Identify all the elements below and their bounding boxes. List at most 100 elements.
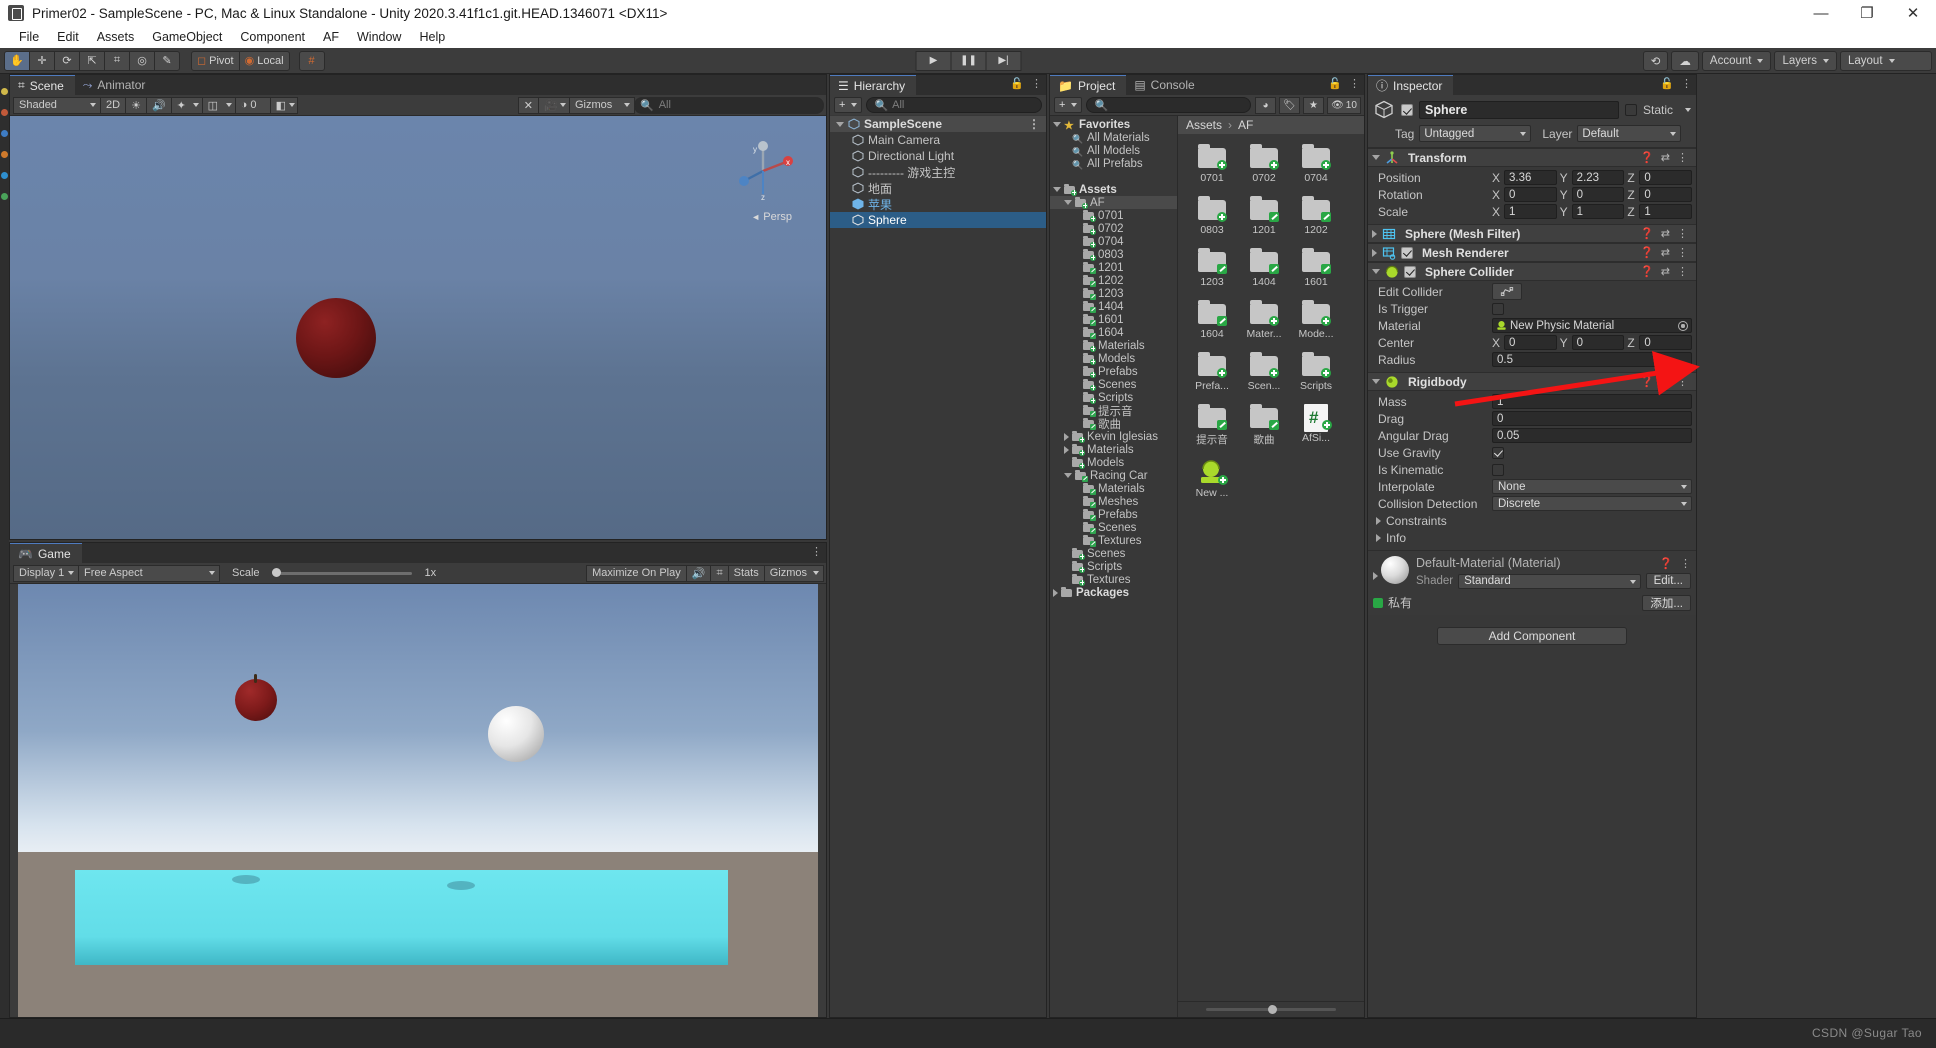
breadcrumb-af[interactable]: AF bbox=[1238, 118, 1253, 132]
property-field-x[interactable]: 3.36 bbox=[1504, 170, 1557, 185]
project-tree-item[interactable]: ★ Favorites bbox=[1050, 118, 1177, 131]
shading-mode-dropdown[interactable]: Shaded bbox=[13, 96, 101, 114]
project-tree-item[interactable]: 🔍 All Materials bbox=[1050, 131, 1177, 144]
property-dropdown[interactable]: None bbox=[1492, 479, 1692, 494]
scene-search-input[interactable]: 🔍 All bbox=[634, 96, 824, 114]
aspect-dropdown[interactable]: Free Aspect bbox=[78, 564, 220, 582]
property-checkbox[interactable] bbox=[1492, 446, 1504, 459]
property-field-x[interactable]: 0 bbox=[1504, 335, 1557, 350]
property-field-z[interactable]: 0 bbox=[1639, 170, 1693, 185]
property-checkbox[interactable] bbox=[1492, 302, 1504, 315]
edit-collider-button[interactable] bbox=[1492, 283, 1522, 300]
project-folder-tree[interactable]: ★ Favorites 🔍 All Materials 🔍 All Models 🔍 All … bbox=[1050, 116, 1178, 1017]
help-icon[interactable]: ❓ bbox=[1640, 375, 1654, 388]
chevron-down-icon[interactable] bbox=[1372, 155, 1380, 160]
maximize-on-play-button[interactable]: Maximize On Play bbox=[586, 564, 687, 582]
project-tree-item[interactable]: Scenes bbox=[1050, 378, 1177, 391]
game-tab-menu[interactable]: ⋮ bbox=[811, 545, 822, 558]
preset-icon[interactable]: ⇄ bbox=[1661, 375, 1670, 388]
preset-icon[interactable]: ⇄ bbox=[1661, 265, 1670, 278]
project-tree-item[interactable]: Scripts bbox=[1050, 560, 1177, 573]
project-search-input[interactable]: 🔍 bbox=[1086, 97, 1251, 113]
property-field-y[interactable]: 0 bbox=[1571, 187, 1625, 202]
chevron-right-icon[interactable] bbox=[1376, 516, 1381, 525]
custom-tool-icon[interactable]: ✎ bbox=[154, 50, 180, 71]
tab-hierarchy[interactable]: ☰ Hierarchy bbox=[830, 75, 917, 95]
tab-console[interactable]: ▤ Console bbox=[1126, 75, 1206, 95]
project-tree-item[interactable]: 🔍 All Prefabs bbox=[1050, 157, 1177, 170]
component-header[interactable]: Sphere (Mesh Filter) ❓ ⇄ ⋮ bbox=[1368, 224, 1696, 243]
chevron-down-icon[interactable] bbox=[836, 121, 844, 127]
component-menu-icon[interactable]: ⋮ bbox=[1677, 375, 1688, 388]
property-field-x[interactable]: 1 bbox=[1504, 204, 1557, 219]
property-field-z[interactable]: 0 bbox=[1639, 187, 1693, 202]
asset-grid-item[interactable]: Mater... bbox=[1240, 300, 1288, 340]
add-button[interactable]: 添加... bbox=[1642, 594, 1691, 611]
asset-grid-item[interactable]: 0803 bbox=[1188, 196, 1236, 236]
scene-audio-icon[interactable]: 🔊 bbox=[145, 96, 172, 114]
component-menu-icon[interactable]: ⋮ bbox=[1677, 265, 1688, 278]
object-picker-icon[interactable] bbox=[1678, 321, 1688, 331]
property-field[interactable]: 1 bbox=[1492, 394, 1692, 409]
chevron-down-icon[interactable] bbox=[1064, 473, 1072, 478]
component-header[interactable]: Transform ❓ ⇄ ⋮ bbox=[1368, 148, 1696, 167]
project-tree-item[interactable]: 1404 bbox=[1050, 300, 1177, 313]
scene-gizmo-toggle[interactable]: ◧ bbox=[269, 96, 298, 114]
project-tree-item[interactable]: AF bbox=[1050, 196, 1177, 209]
hierarchy-item-ground[interactable]: 地面 bbox=[830, 180, 1046, 196]
tab-inspector[interactable]: ⓘ Inspector bbox=[1368, 75, 1454, 95]
tab-project[interactable]: 📁 Project bbox=[1050, 75, 1127, 95]
project-tree-item[interactable]: Models bbox=[1050, 456, 1177, 469]
chevron-down-icon[interactable] bbox=[1372, 379, 1380, 384]
cloud-icon[interactable]: ☁ bbox=[1671, 50, 1699, 71]
search-by-label-icon[interactable]: 🏷 bbox=[1279, 96, 1300, 114]
menu-help[interactable]: Help bbox=[410, 26, 454, 48]
rotate-tool-icon[interactable]: ⟳ bbox=[54, 50, 80, 71]
project-tree-item[interactable]: Models bbox=[1050, 352, 1177, 365]
help-icon[interactable]: ❓ bbox=[1640, 265, 1654, 278]
scene-camera-settings-icon[interactable]: ◑ 0 bbox=[234, 96, 271, 114]
transform-tool-icon[interactable]: ◎ bbox=[129, 50, 155, 71]
project-tree-item[interactable]: Scenes bbox=[1050, 521, 1177, 534]
preset-icon[interactable]: ⇄ bbox=[1661, 151, 1670, 164]
scene-gizmos-dropdown[interactable]: Gizmos bbox=[569, 96, 635, 114]
asset-grid-item[interactable]: 0704 bbox=[1292, 144, 1340, 184]
help-icon[interactable]: ❓ bbox=[1640, 246, 1654, 259]
component-menu-icon[interactable]: ⋮ bbox=[1677, 227, 1688, 240]
project-tree-item[interactable]: Racing Car bbox=[1050, 469, 1177, 482]
pause-button[interactable]: ❚❚ bbox=[950, 50, 987, 71]
layer-dropdown[interactable]: Default bbox=[1577, 125, 1682, 142]
minimize-button[interactable]: — bbox=[1798, 0, 1844, 26]
project-tree-item[interactable]: Textures bbox=[1050, 573, 1177, 586]
chevron-right-icon[interactable] bbox=[1372, 248, 1377, 257]
game-viewport[interactable] bbox=[10, 584, 826, 1017]
scene-context-menu-icon[interactable]: ⋮ bbox=[1028, 117, 1040, 131]
lock-icon[interactable]: 🔓 bbox=[1660, 77, 1674, 90]
project-tree-item[interactable]: 0704 bbox=[1050, 235, 1177, 248]
project-tree-item[interactable]: 1601 bbox=[1050, 313, 1177, 326]
scene-render[interactable]: x z y ◄ Persp bbox=[10, 116, 826, 539]
rect-tool-icon[interactable]: ⌗ bbox=[104, 50, 130, 71]
scale-slider[interactable] bbox=[271, 568, 412, 577]
project-tree-item[interactable]: Prefabs bbox=[1050, 365, 1177, 378]
project-menu-icon[interactable]: ⋮ bbox=[1349, 77, 1360, 90]
hierarchy-menu-icon[interactable]: ⋮ bbox=[1031, 77, 1042, 90]
project-tree-item[interactable]: Scenes bbox=[1050, 547, 1177, 560]
project-tree-item[interactable]: Meshes bbox=[1050, 495, 1177, 508]
lock-icon[interactable]: 🔓 bbox=[1328, 77, 1342, 90]
favorite-star-icon[interactable]: ★ bbox=[1303, 96, 1324, 114]
scene-camera-icon[interactable]: 🎥 bbox=[538, 96, 570, 114]
chevron-right-icon[interactable] bbox=[1376, 533, 1381, 542]
move-tool-icon[interactable]: ✛ bbox=[29, 50, 55, 71]
asset-grid-item[interactable]: 0701 bbox=[1188, 144, 1236, 184]
scene-sphere-object[interactable] bbox=[296, 298, 376, 378]
property-field-y[interactable]: 2.23 bbox=[1571, 170, 1625, 185]
tag-dropdown[interactable]: Untagged bbox=[1419, 125, 1532, 142]
component-enabled-checkbox[interactable] bbox=[1404, 265, 1416, 278]
property-field-x[interactable]: 0 bbox=[1504, 187, 1557, 202]
asset-grid-item[interactable]: 0702 bbox=[1240, 144, 1288, 184]
asset-grid-item[interactable]: 提示音 bbox=[1188, 404, 1236, 447]
hierarchy-search-input[interactable]: 🔍 All bbox=[866, 97, 1042, 113]
static-checkbox[interactable] bbox=[1624, 104, 1637, 116]
property-field[interactable]: 0.5 bbox=[1492, 352, 1692, 367]
